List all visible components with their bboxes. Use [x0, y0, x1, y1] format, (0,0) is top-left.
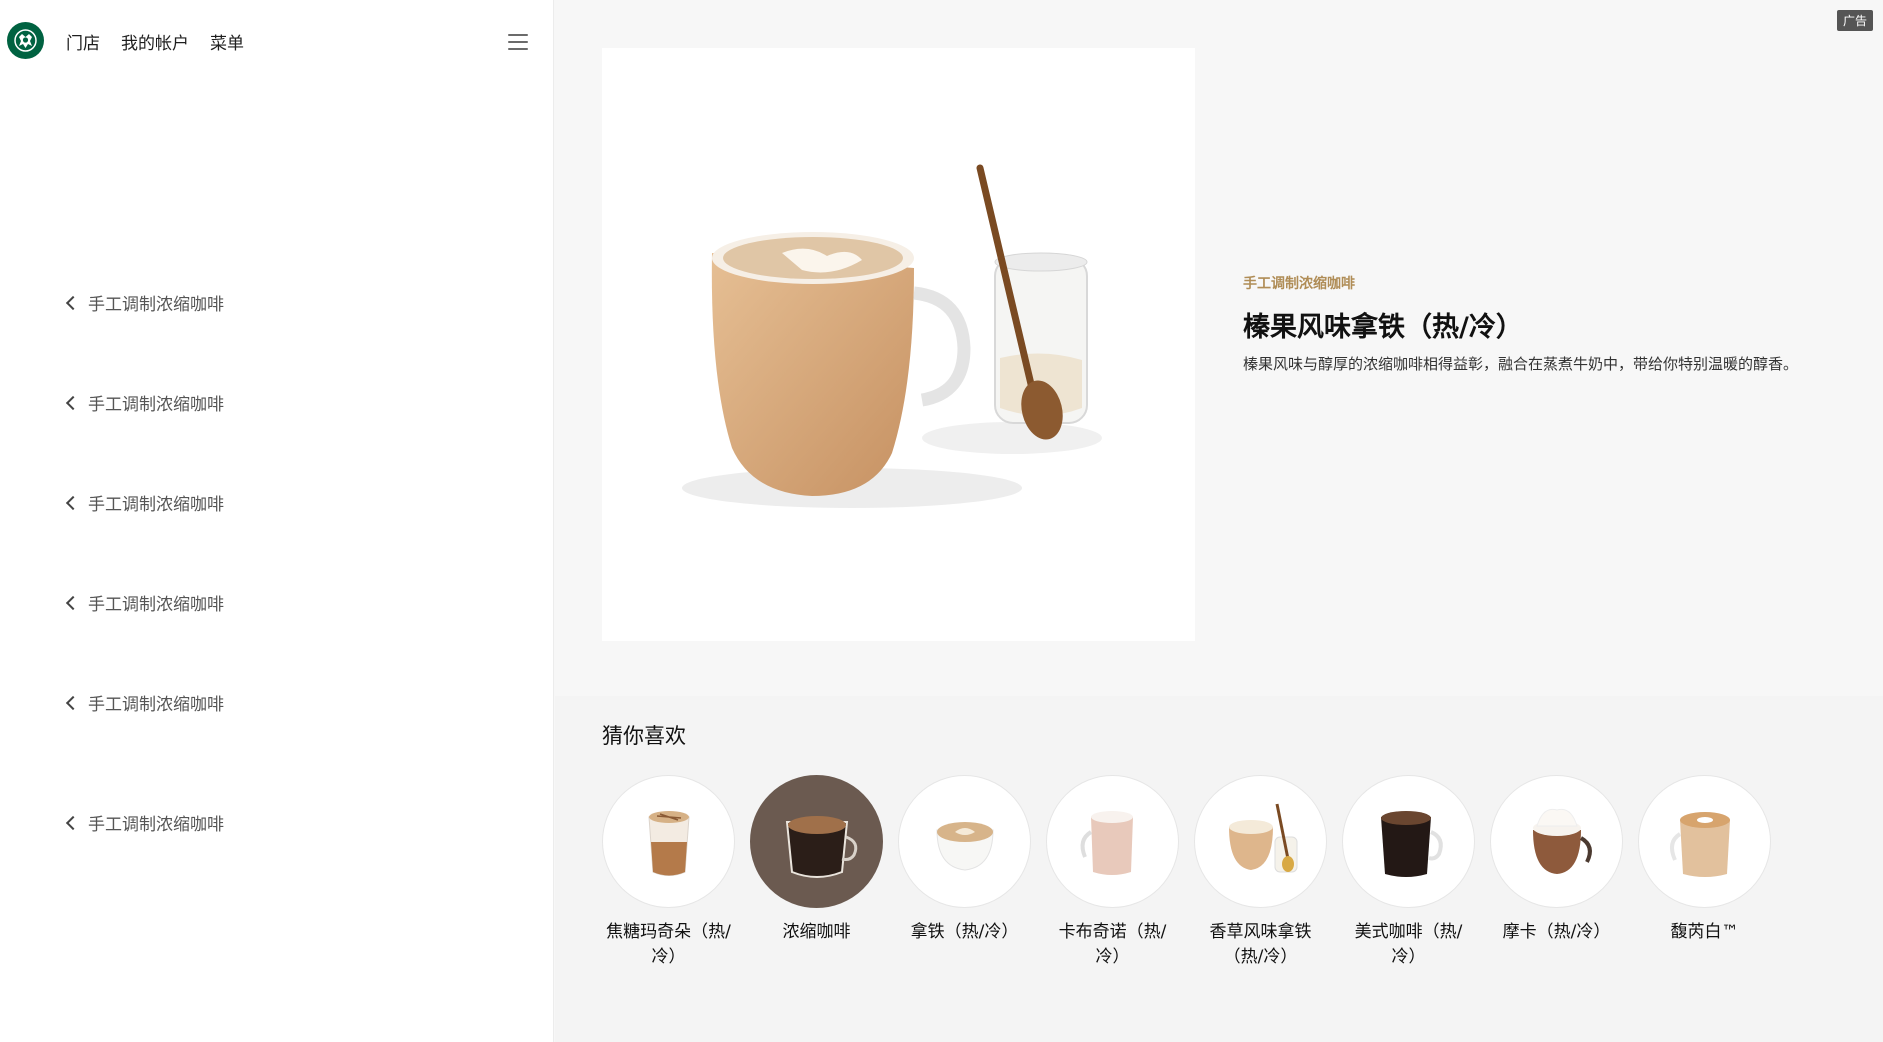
recommend-item[interactable]: 美式咖啡（热/冷）: [1342, 775, 1475, 970]
product-category: 手工调制浓缩咖啡: [1243, 276, 1355, 292]
recommend-item[interactable]: 卡布奇诺（热/冷）: [1046, 775, 1179, 970]
product-description: 榛果风味与醇厚的浓缩咖啡相得益彰，融合在蒸煮牛奶中，带给你特别温暖的醇香。: [1243, 355, 1799, 373]
nav-stores[interactable]: 门店: [66, 29, 100, 54]
ad-badge: 广告: [1836, 10, 1873, 31]
recommend-item[interactable]: 拿铁（热/冷）: [898, 775, 1031, 970]
drink-thumbnail: [602, 775, 735, 908]
recommend-item-name: 拿铁（热/冷）: [910, 922, 1019, 942]
recommend-item[interactable]: 浓缩咖啡: [750, 775, 883, 970]
chevron-left-icon: [65, 695, 81, 710]
chevron-left-icon: [65, 595, 81, 610]
chevron-left-icon: [65, 495, 81, 510]
sidebar-breadcrumb[interactable]: 手工调制浓缩咖啡: [65, 490, 224, 515]
recommend-item[interactable]: 焦糖玛奇朵（热/冷）: [602, 775, 735, 970]
recommend-item-name: 摩卡（热/冷）: [1502, 922, 1611, 942]
drink-thumbnail: [898, 775, 1031, 908]
sidebar: 门店 我的帐户 菜单 手工调制浓缩咖啡 手工调制浓缩咖啡 手工调制浓缩咖啡 手工…: [0, 0, 554, 1042]
recommend-item-name: 馥芮白™: [1670, 922, 1739, 942]
top-nav: 门店 我的帐户 菜单: [66, 29, 244, 54]
sidebar-breadcrumb[interactable]: 手工调制浓缩咖啡: [65, 290, 224, 315]
nav-my-account[interactable]: 我的帐户: [121, 29, 189, 54]
drink-thumbnail: [1194, 775, 1327, 908]
chevron-left-icon: [65, 815, 81, 830]
breadcrumb-label: 手工调制浓缩咖啡: [88, 495, 224, 515]
breadcrumb-label: 手工调制浓缩咖啡: [88, 815, 224, 835]
chevron-left-icon: [65, 395, 81, 410]
product-image: [602, 48, 1195, 641]
breadcrumb-label: 手工调制浓缩咖啡: [88, 695, 224, 715]
recommend-section: 猜你喜欢 焦糖玛奇朵（热/冷） 浓缩咖啡 拿铁（热/冷） 卡布奇诺（热/冷） 香…: [555, 696, 1883, 1042]
sidebar-breadcrumb[interactable]: 手工调制浓缩咖啡: [65, 690, 224, 715]
drink-thumbnail: [750, 775, 883, 908]
breadcrumb-label: 手工调制浓缩咖啡: [88, 295, 224, 315]
main-content: 广告 手工调制浓缩咖啡 榛果风味拿铁（热/冷） 榛果风味与醇厚的浓缩咖啡相得益彰…: [555, 0, 1883, 1042]
recommend-item-name: 香草风味拿铁（热/冷）: [1209, 922, 1312, 967]
breadcrumb-label: 手工调制浓缩咖啡: [88, 395, 224, 415]
recommend-item-name: 美式咖啡（热/冷）: [1354, 922, 1463, 967]
recommend-item[interactable]: 摩卡（热/冷）: [1490, 775, 1623, 970]
recommend-item-name: 焦糖玛奇朵（热/冷）: [606, 922, 731, 967]
recommend-title: 猜你喜欢: [602, 724, 686, 748]
breadcrumb-label: 手工调制浓缩咖啡: [88, 595, 224, 615]
nav-menu[interactable]: 菜单: [210, 29, 244, 54]
recommend-item-name: 卡布奇诺（热/冷）: [1058, 922, 1167, 967]
drink-thumbnail: [1490, 775, 1623, 908]
chevron-left-icon: [65, 295, 81, 310]
starbucks-logo[interactable]: [7, 22, 44, 59]
drink-thumbnail: [1342, 775, 1475, 908]
recommend-item[interactable]: 馥芮白™: [1638, 775, 1771, 970]
recommend-item-name: 浓缩咖啡: [782, 922, 851, 942]
recommend-item[interactable]: 香草风味拿铁（热/冷）: [1194, 775, 1327, 970]
sidebar-breadcrumb[interactable]: 手工调制浓缩咖啡: [65, 810, 224, 835]
hamburger-icon[interactable]: [508, 34, 528, 50]
sidebar-breadcrumb[interactable]: 手工调制浓缩咖啡: [65, 590, 224, 615]
drink-thumbnail: [1046, 775, 1179, 908]
product-title: 榛果风味拿铁（热/冷）: [1243, 312, 1523, 343]
drink-thumbnail: [1638, 775, 1771, 908]
sidebar-breadcrumb[interactable]: 手工调制浓缩咖啡: [65, 390, 224, 415]
recommend-list: 焦糖玛奇朵（热/冷） 浓缩咖啡 拿铁（热/冷） 卡布奇诺（热/冷） 香草风味拿铁…: [602, 775, 1771, 970]
